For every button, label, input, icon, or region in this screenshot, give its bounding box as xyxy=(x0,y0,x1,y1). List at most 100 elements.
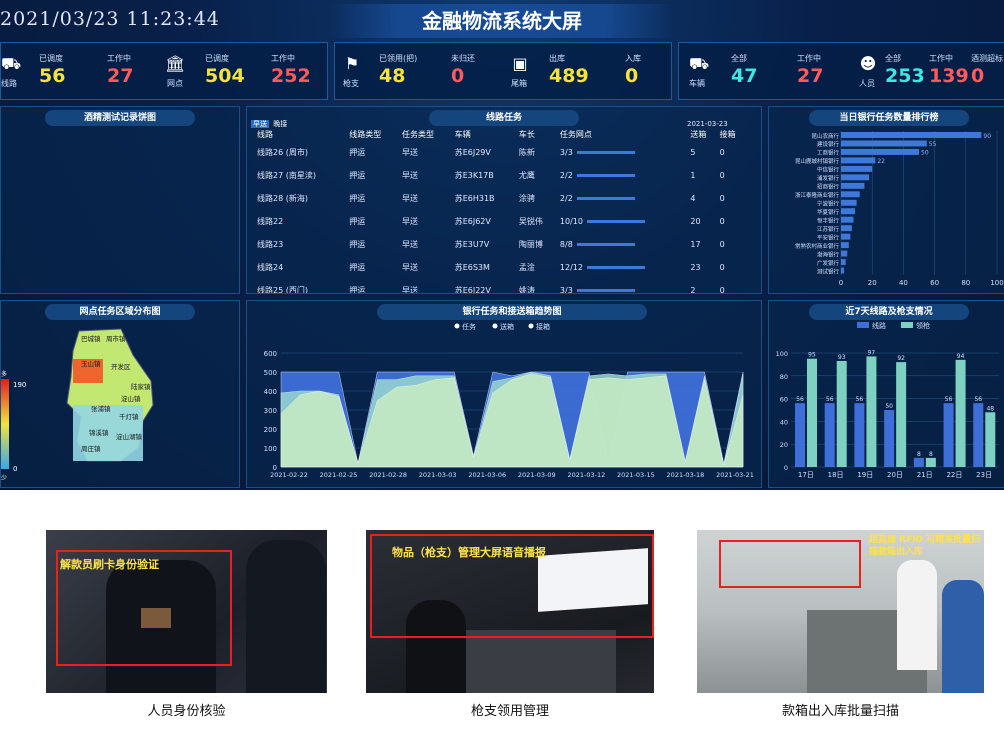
rank-bar xyxy=(841,148,919,155)
cell-prog: 3/3 xyxy=(558,141,688,164)
region-map: 巴城镇 周市镇玉山镇 开发区陆家镇淀山镇张浦镇千灯镇锦溪镇 淀山湖镇周庄镇 190 0 多少 xyxy=(1,328,154,482)
stat-label: 已调度 xyxy=(205,54,229,63)
bar xyxy=(824,403,835,467)
legend-dot xyxy=(454,323,460,329)
cell-text: 吴锐伟 xyxy=(518,217,543,226)
cell-text: 苏E6S3M xyxy=(454,263,490,272)
data-label: 93 xyxy=(838,354,846,361)
cell-type: 押运 xyxy=(347,233,400,256)
region-label: 锦溪镇 xyxy=(89,428,109,437)
cell-text: 早送 xyxy=(401,194,418,203)
panel-region-map: 网点任务区域分布图 巴城镇 周市镇 玉山镇 开发区 陆家镇 淀山镇 张浦镇 千灯镇 锦溪镇 淀山湖… xyxy=(0,300,240,488)
rank-bar xyxy=(841,250,848,257)
stat-label: 工作中 xyxy=(107,54,131,63)
cell-route: 线路25 (西门) xyxy=(255,279,347,293)
table-row[interactable]: 线路22 押运 早送 苏E6J62V 吴锐伟 10/10 20 0 xyxy=(255,210,747,233)
scale-high-label: 多 xyxy=(1,370,7,378)
stat-label: 工作中 xyxy=(271,54,295,63)
tick-label: 100 xyxy=(264,445,277,453)
cell-send: 17 xyxy=(688,233,717,256)
panel-bank-ranking: 当日银行任务数量排行榜 0 20 40 60 80 100 昆山农商行 建设银行 工商银行 昆山鹿… xyxy=(768,106,1004,294)
cell-car: 苏E6J29V xyxy=(453,141,517,164)
category-label: 广发银行 xyxy=(817,259,840,267)
cell-car: 苏E3K17B xyxy=(453,164,517,187)
table-row[interactable]: 线路28 (新海) 押运 早送 苏E6H31B 涂骋 2/2 4 0 xyxy=(255,187,747,210)
route-label: 线路 xyxy=(1,79,17,88)
category-label: 招商银行 xyxy=(817,183,840,191)
region-label: 巴城镇 xyxy=(81,334,101,343)
photo-box-scanning: 超高频 RFID 可精准批量扫描款箱出入库 xyxy=(697,530,984,693)
category-label: 工商银行 xyxy=(817,149,840,157)
legend-label: 线路 xyxy=(872,321,886,330)
tag-icon: ⚑ xyxy=(344,54,360,73)
cell-text: 早送 xyxy=(401,148,418,157)
table-row[interactable]: 线路26 (周市) 押运 早送 苏E6J29V 陈新 3/3 5 0 xyxy=(255,141,747,164)
table-row[interactable]: 线路24 押运 早送 苏E6S3M 孟淦 12/12 23 0 xyxy=(255,256,747,279)
photo-gun-management: 物品（枪支）管理大屏语音播报 xyxy=(366,530,654,693)
datetime: 2021/03/23 11:23:44 xyxy=(0,8,220,30)
column-header: 任务网点 xyxy=(559,129,592,139)
cell-send: 1 xyxy=(688,164,717,187)
cell-route: 线路28 (新海) xyxy=(255,187,347,210)
data-label: 95 xyxy=(808,352,816,359)
category-label: 江苏银行 xyxy=(817,225,840,233)
data-label: 92 xyxy=(897,355,905,362)
bar xyxy=(884,410,895,467)
cell-text: 4 xyxy=(690,194,696,203)
column-header: 接箱 xyxy=(719,129,736,139)
region-label: 淀山镇 xyxy=(121,394,141,403)
cell-lead: 涂骋 xyxy=(517,187,558,210)
category-label: 中信银行 xyxy=(817,166,840,174)
legend-label: 送箱 xyxy=(500,322,514,331)
data-label: 48 xyxy=(986,405,994,412)
stat-value: 0 xyxy=(625,65,639,87)
cell-route: 线路26 (周市) xyxy=(255,141,347,164)
table-row[interactable]: 线路23 押运 早送 苏E3U7V 陶丽博 8/8 17 0 xyxy=(255,233,747,256)
cell-recv: 0 xyxy=(718,233,747,256)
rank-bar xyxy=(841,191,860,198)
tick-label: 400 xyxy=(264,388,277,396)
rank-bar xyxy=(841,140,927,147)
rank-bar xyxy=(841,225,852,232)
category-label: 昆山鹿城村镇银行 xyxy=(795,157,840,165)
table-row[interactable]: 线路27 (南星渎) 押运 早送 苏E3K17B 尤鹰 2/2 1 0 xyxy=(255,164,747,187)
truck-icon: ⛟ xyxy=(689,54,710,73)
cell-car: 苏E3U7V xyxy=(453,233,517,256)
cell-car: 苏E6J22V xyxy=(453,279,517,293)
cell-route: 线路22 xyxy=(255,210,347,233)
bar xyxy=(913,457,924,467)
panel-route-tasks: 线路任务 早送 晚接 2021-03-23 线路 线路类型 任务类型 车辆 车长 任务网点… xyxy=(246,106,762,294)
data-label: 8 xyxy=(917,451,921,458)
cell-text: 尤鹰 xyxy=(518,171,535,180)
tick-label: 20 xyxy=(780,441,788,449)
cell-text: 2/2 xyxy=(559,171,573,180)
cell-text: 押运 xyxy=(349,171,366,180)
cell-text: 押运 xyxy=(349,194,366,203)
stat-value: 48 xyxy=(379,65,406,87)
tick-label: 21日 xyxy=(917,471,933,479)
photo-tag: 超高频 RFID 可精准批量扫描款箱出入库 xyxy=(869,535,981,557)
cell-text: 线路23 xyxy=(257,240,284,249)
cell-route: 线路23 xyxy=(255,233,347,256)
bar xyxy=(985,412,996,467)
table-row[interactable]: 线路25 (西门) 押运 早送 苏E6J22V 姚涛 3/3 2 0 xyxy=(255,279,747,293)
outlet-label: 网点 xyxy=(167,79,183,88)
cell-text: 孟淦 xyxy=(518,263,535,272)
tick-label: 18日 xyxy=(828,471,844,479)
cell-prog: 3/3 xyxy=(558,279,688,293)
cell-text: 早送 xyxy=(401,263,418,272)
cell-text: 23 xyxy=(690,263,701,272)
tick-label: 2021-03-15 xyxy=(617,471,655,479)
highlight-box xyxy=(719,540,861,588)
cell-send: 4 xyxy=(688,187,717,210)
vehicle-label: 车辆 xyxy=(689,79,705,88)
cell-text: 8/8 xyxy=(559,240,573,249)
column-header: 车辆 xyxy=(454,129,471,139)
data-label: 56 xyxy=(826,396,834,403)
cell-prog: 12/12 xyxy=(558,256,688,279)
rank-bar xyxy=(841,267,845,274)
progress-bar xyxy=(586,220,645,223)
cell-task: 早送 xyxy=(400,187,453,210)
cell-lead: 姚涛 xyxy=(517,279,558,293)
data-label: 56 xyxy=(796,396,804,403)
